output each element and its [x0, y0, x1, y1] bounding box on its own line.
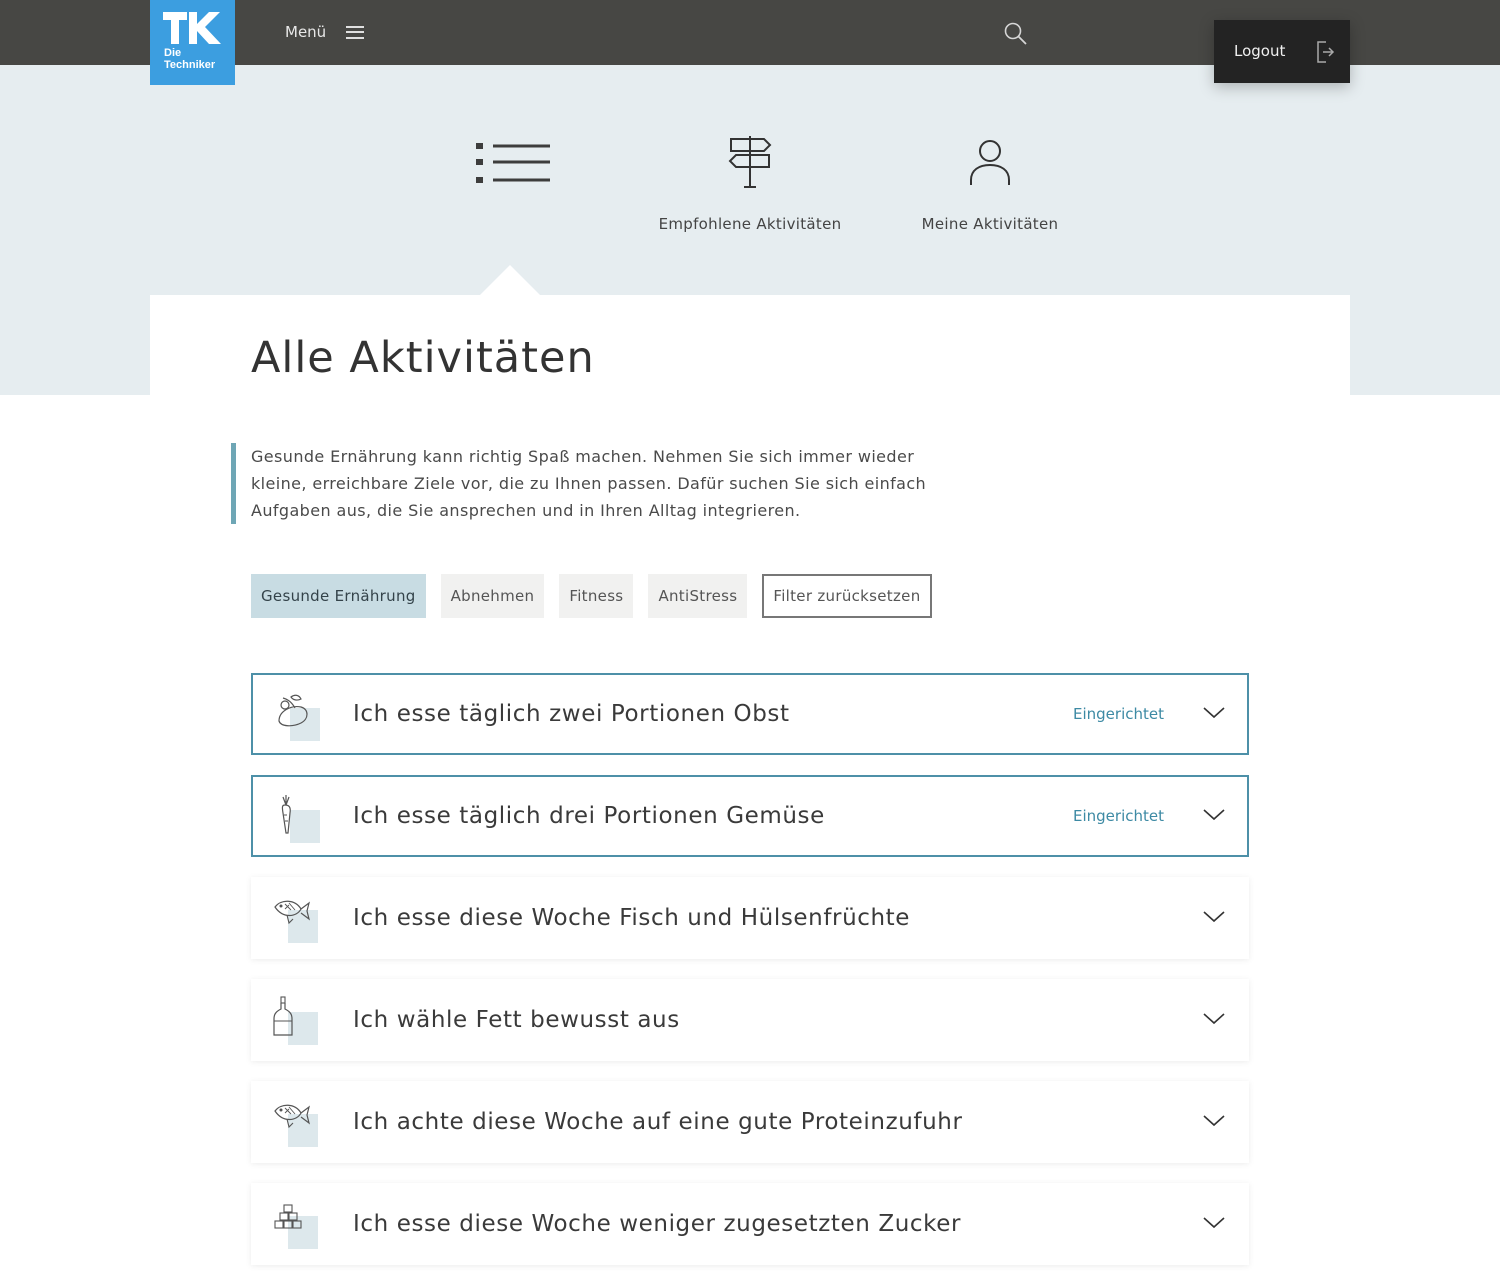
activity-icon-wrap — [271, 1097, 321, 1147]
logo-text: Die Techniker — [164, 47, 215, 71]
activity-title: Ich esse diese Woche weniger zugesetzten… — [353, 1211, 962, 1237]
filter-gesunde-ernaehrung[interactable]: Gesunde Ernährung — [251, 574, 426, 618]
chevron-down-icon[interactable] — [1203, 1115, 1225, 1127]
tk-logo[interactable]: Die Techniker — [150, 0, 235, 85]
filter-antistress[interactable]: AntiStress — [648, 574, 748, 618]
tk-logo-icon — [163, 12, 221, 44]
chevron-down-icon[interactable] — [1203, 1217, 1225, 1229]
activity-icon-wrap — [271, 893, 321, 943]
logo-text-line1: Die — [164, 47, 182, 59]
activity-icon-wrap — [271, 1199, 321, 1249]
filter-fitness[interactable]: Fitness — [559, 574, 634, 618]
oil-bottle-icon — [273, 996, 293, 1036]
activity-icon-wrap — [273, 793, 323, 843]
activity-item[interactable]: Ich esse diese Woche Fisch und Hülsenfrü… — [251, 877, 1249, 959]
activity-item[interactable]: Ich achte diese Woche auf eine gute Prot… — [251, 1081, 1249, 1163]
logout-label: Logout — [1234, 42, 1286, 60]
nav-tile-recommended-label: Empfohlene Aktivitäten — [658, 215, 842, 233]
filter-bar: Gesunde Ernährung Abnehmen Fitness AntiS… — [251, 574, 932, 618]
fish-icon — [274, 1104, 310, 1129]
chevron-down-icon[interactable] — [1203, 1013, 1225, 1025]
nav-tile-mine-label: Meine Aktivitäten — [921, 215, 1059, 233]
logo-text-line2: Techniker — [164, 59, 216, 71]
activity-status: Eingerichtet — [1073, 807, 1164, 825]
fish-icon — [274, 900, 310, 925]
hamburger-icon — [346, 25, 365, 39]
logout-icon — [1317, 41, 1335, 63]
activity-title: Ich wähle Fett bewusst aus — [353, 1007, 680, 1033]
list-icon — [476, 143, 550, 183]
search-icon[interactable] — [1004, 22, 1028, 46]
active-tab-pointer — [480, 265, 540, 295]
fruit-icon — [278, 694, 308, 727]
page-title: Alle Aktivitäten — [251, 333, 595, 383]
activity-item[interactable]: Ich esse täglich zwei Portionen Obst Ein… — [251, 673, 1249, 755]
logout-button[interactable]: Logout — [1214, 20, 1350, 83]
carrot-icon — [281, 795, 291, 834]
activity-item[interactable]: Ich esse täglich drei Portionen Gemüse E… — [251, 775, 1249, 857]
menu-button[interactable]: Menü — [285, 20, 365, 44]
activity-title: Ich achte diese Woche auf eine gute Prot… — [353, 1109, 963, 1135]
menu-label: Menü — [285, 23, 327, 41]
sugar-cubes-icon — [274, 1204, 302, 1229]
person-icon — [970, 140, 1010, 185]
activity-icon-wrap — [271, 995, 321, 1045]
activity-item[interactable]: Ich esse diese Woche weniger zugesetzten… — [251, 1183, 1249, 1265]
activity-list: Ich esse täglich zwei Portionen Obst Ein… — [251, 673, 1249, 1285]
chevron-down-icon[interactable] — [1203, 809, 1225, 821]
activity-title: Ich esse täglich drei Portionen Gemüse — [353, 803, 825, 829]
activity-status: Eingerichtet — [1073, 705, 1164, 723]
activity-item[interactable]: Ich wähle Fett bewusst aus — [251, 979, 1249, 1061]
filter-reset-button[interactable]: Filter zurücksetzen — [762, 574, 932, 618]
signpost-icon — [728, 136, 772, 188]
nav-tile-all[interactable] — [470, 140, 552, 200]
chevron-down-icon[interactable] — [1203, 911, 1225, 923]
filter-abnehmen[interactable]: Abnehmen — [440, 574, 545, 618]
nav-tile-recommended[interactable]: Empfohlene Aktivitäten — [650, 135, 850, 233]
activity-icon-wrap — [273, 691, 323, 741]
nav-tile-mine[interactable]: Meine Aktivitäten — [900, 137, 1080, 233]
activity-title: Ich esse diese Woche Fisch und Hülsenfrü… — [353, 905, 911, 931]
chevron-down-icon[interactable] — [1203, 707, 1225, 719]
content-panel: Alle Aktivitäten Gesunde Ernährung kann … — [150, 295, 1350, 1281]
intro-text: Gesunde Ernährung kann richtig Spaß mach… — [231, 443, 951, 524]
activity-title: Ich esse täglich zwei Portionen Obst — [353, 701, 790, 727]
